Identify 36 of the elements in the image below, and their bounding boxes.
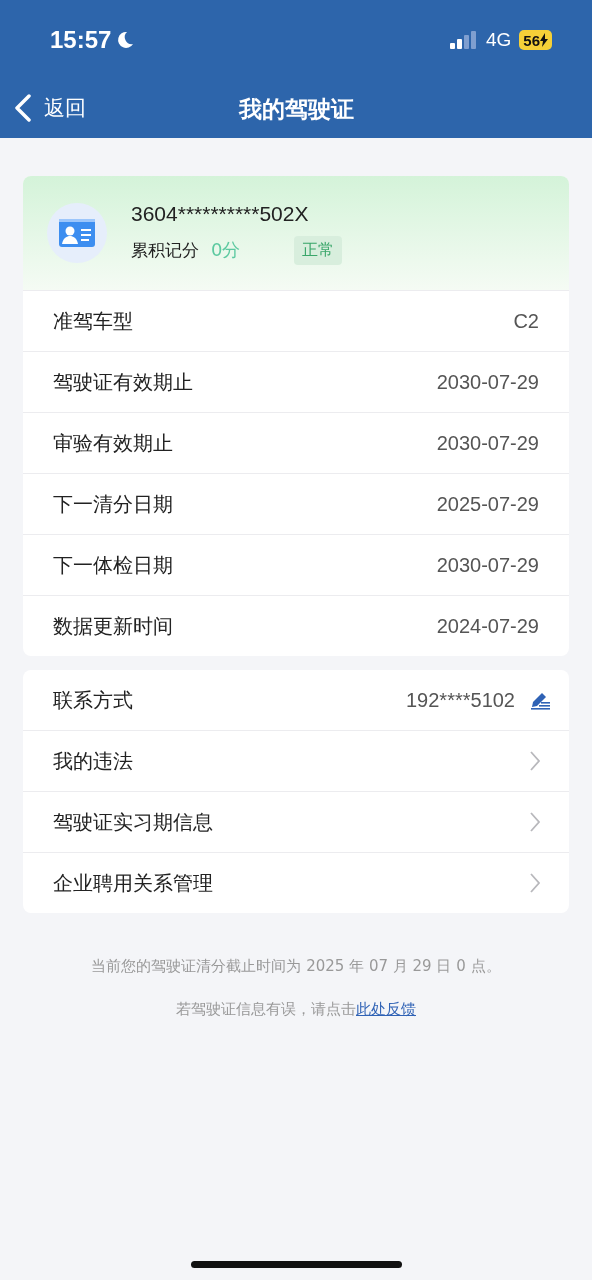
page-title: 我的驾驶证 (238, 94, 354, 124)
menu-item[interactable]: 企业聘用关系管理 (23, 852, 569, 913)
menu-item[interactable]: 驾驶证实习期信息 (23, 791, 569, 852)
license-number: 3604**********502X (131, 201, 310, 226)
points-label: 累积记分 (131, 238, 199, 262)
detail-value: 2030-07-29 (436, 431, 539, 455)
contact-label: 联系方式 (53, 686, 134, 714)
notice-text: 当前您的驾驶证清分截止时间为 2025 年 07 月 29 日 0 点。 (90, 957, 502, 976)
back-icon (14, 94, 32, 122)
back-button[interactable]: 返回 (14, 94, 86, 122)
detail-value: 2025-07-29 (436, 492, 539, 516)
points-value: 0分 (211, 238, 241, 262)
signal-icon (449, 31, 478, 49)
detail-label: 审验有效期止 (53, 429, 174, 457)
detail-label: 准驾车型 (53, 307, 134, 335)
network-label: 4G (485, 29, 512, 51)
detail-label: 驾驶证有效期止 (53, 368, 194, 396)
menu-item[interactable]: 我的违法 (23, 730, 569, 791)
feedback-text: 若驾驶证信息有误，请点击 (176, 1000, 356, 1018)
chevron-icon (529, 811, 541, 833)
detail-value: C2 (513, 309, 539, 333)
chevron-icon (529, 750, 541, 772)
status-time: 15:57 (50, 26, 112, 54)
chevron-icon (529, 872, 541, 894)
feedback-link[interactable]: 此处反馈 (356, 1000, 416, 1018)
detail-value: 2024-07-29 (436, 614, 539, 638)
edit-icon[interactable] (529, 690, 551, 710)
detail-value: 2030-07-29 (436, 370, 539, 394)
detail-value: 2030-07-29 (436, 553, 539, 577)
phone-value: 192****5102 (406, 688, 515, 712)
status-badge: 正常 (294, 235, 343, 265)
detail-label: 下一体检日期 (53, 551, 174, 579)
battery-indicator: 56 (519, 30, 552, 50)
moon-icon (115, 30, 136, 50)
detail-label: 数据更新时间 (53, 612, 174, 640)
detail-label: 下一清分日期 (53, 490, 174, 518)
